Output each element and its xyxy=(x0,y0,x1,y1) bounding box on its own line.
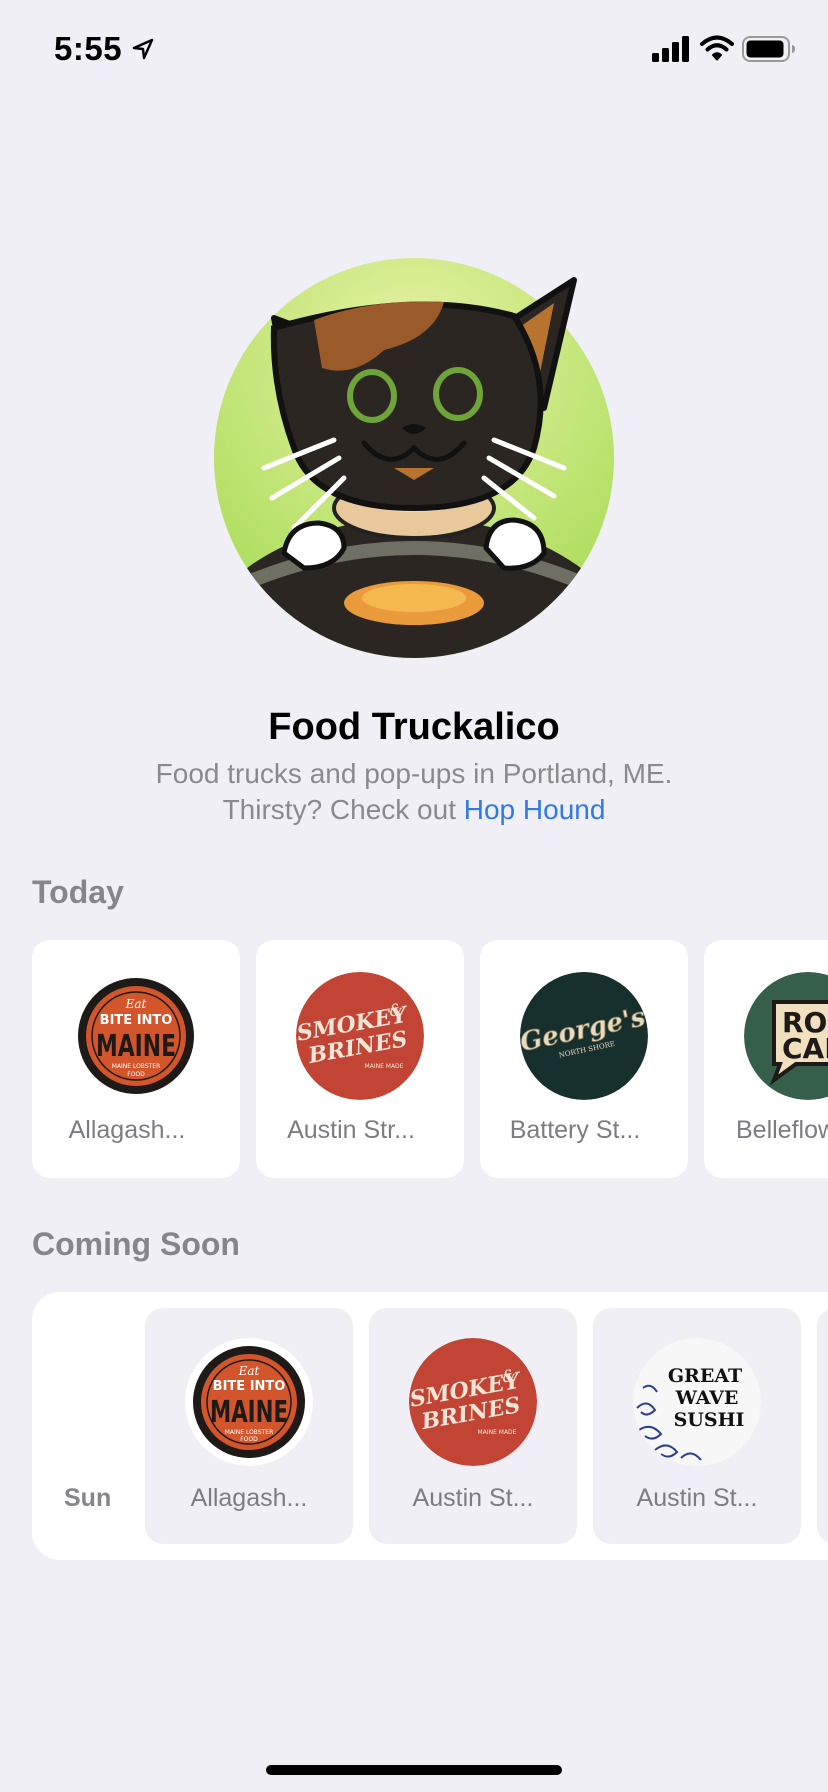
svg-text:MAINE LOBSTER: MAINE LOBSTER xyxy=(225,1429,274,1436)
svg-text:BITE INTO: BITE INTO xyxy=(100,1013,173,1028)
cellular-signal-icon xyxy=(652,36,689,62)
today-truck-card[interactable]: SMOKEY & BRINES MAINE MADE Austin Str... xyxy=(256,940,464,1178)
app-screen: 5:55 Food Truckalico Food trucks and pop… xyxy=(0,0,828,1792)
day-label: Sun xyxy=(64,1484,112,1512)
today-carousel[interactable]: Eat BITE INTO MAINE MAINE LOBSTER FOOD A… xyxy=(32,940,828,1178)
svg-text:FOOD: FOOD xyxy=(127,1071,145,1078)
svg-text:BITE INTO: BITE INTO xyxy=(213,1379,286,1394)
svg-text:WAVE: WAVE xyxy=(675,1387,739,1409)
svg-text:CAL: CAL xyxy=(782,1032,828,1065)
coming-soon-panel[interactable]: Sun Eat BITE INTO MAINE MAINE LOBSTER FO… xyxy=(32,1292,828,1560)
coming-soon-truck-card[interactable]: GREAT WAVE SUSHI Austin St... xyxy=(593,1308,801,1544)
today-truck-card[interactable]: ROL CAL Belleflow xyxy=(704,940,828,1178)
coming-soon-section-header: Coming Soon xyxy=(32,1226,240,1262)
wifi-icon xyxy=(700,35,734,61)
subtitle-line-2: Thirsty? Check out Hop Hound xyxy=(0,792,828,828)
svg-text:MAINE MADE: MAINE MADE xyxy=(478,1429,517,1436)
svg-text:SUSHI: SUSHI xyxy=(674,1409,745,1431)
svg-text:MAINE MADE: MAINE MADE xyxy=(365,1063,404,1070)
coming-soon-truck-card[interactable]: SMOKEY & BRINES MAINE MADE Austin St... xyxy=(369,1308,577,1544)
hop-hound-link[interactable]: Hop Hound xyxy=(464,794,606,825)
truck-name: Austin St... xyxy=(412,1484,534,1512)
today-section-header: Today xyxy=(32,874,124,910)
status-time: 5:55 xyxy=(54,30,123,67)
subtitle-prefix: Thirsty? Check out xyxy=(222,794,464,825)
truck-name: Belleflow xyxy=(736,1116,828,1144)
smokey-and-brines-logo-icon: SMOKEY & BRINES MAINE MADE xyxy=(409,1338,537,1466)
truck-name: Allagash... xyxy=(190,1484,308,1512)
app-title: Food Truckalico xyxy=(268,706,560,748)
truck-name: Austin Str... xyxy=(287,1116,415,1144)
today-truck-card[interactable]: George's NORTH SHORE Battery St... xyxy=(480,940,688,1178)
svg-text:MAINE: MAINE xyxy=(210,1395,288,1430)
app-subtitle: Food trucks and pop-ups in Portland, ME.… xyxy=(0,756,828,828)
svg-text:MAINE LOBSTER: MAINE LOBSTER xyxy=(112,1063,161,1070)
app-avatar-cat-icon xyxy=(214,258,614,658)
georges-north-shore-logo-icon: George's NORTH SHORE xyxy=(520,972,648,1100)
bite-into-maine-logo-icon: Eat BITE INTO MAINE MAINE LOBSTER FOOD xyxy=(185,1338,313,1466)
svg-text:Eat: Eat xyxy=(238,1364,260,1378)
location-arrow-icon xyxy=(132,38,154,60)
svg-text:FOOD: FOOD xyxy=(240,1436,258,1443)
great-wave-sushi-logo-icon: GREAT WAVE SUSHI xyxy=(633,1338,761,1466)
smokey-and-brines-logo-icon: SMOKEY & BRINES MAINE MADE xyxy=(296,972,424,1100)
truck-name: Austin St... xyxy=(636,1484,758,1512)
svg-text:Eat: Eat xyxy=(125,997,147,1011)
subtitle-line-1: Food trucks and pop-ups in Portland, ME. xyxy=(155,758,673,789)
today-truck-card[interactable]: Eat BITE INTO MAINE MAINE LOBSTER FOOD A… xyxy=(32,940,240,1178)
coming-soon-truck-card-partial[interactable] xyxy=(817,1308,828,1544)
bite-into-maine-logo-icon: Eat BITE INTO MAINE MAINE LOBSTER FOOD xyxy=(72,972,200,1100)
status-bar: 5:55 xyxy=(0,0,828,100)
battery-icon xyxy=(742,36,795,62)
coming-soon-truck-card[interactable]: Eat BITE INTO MAINE MAINE LOBSTER FOOD A… xyxy=(145,1308,353,1544)
svg-text:GREAT: GREAT xyxy=(668,1365,742,1387)
roll-call-logo-icon: ROL CAL xyxy=(744,972,828,1100)
svg-text:MAINE: MAINE xyxy=(96,1029,176,1064)
truck-name: Allagash... xyxy=(68,1116,186,1144)
home-indicator[interactable] xyxy=(266,1765,562,1775)
truck-name: Battery St... xyxy=(509,1116,641,1144)
